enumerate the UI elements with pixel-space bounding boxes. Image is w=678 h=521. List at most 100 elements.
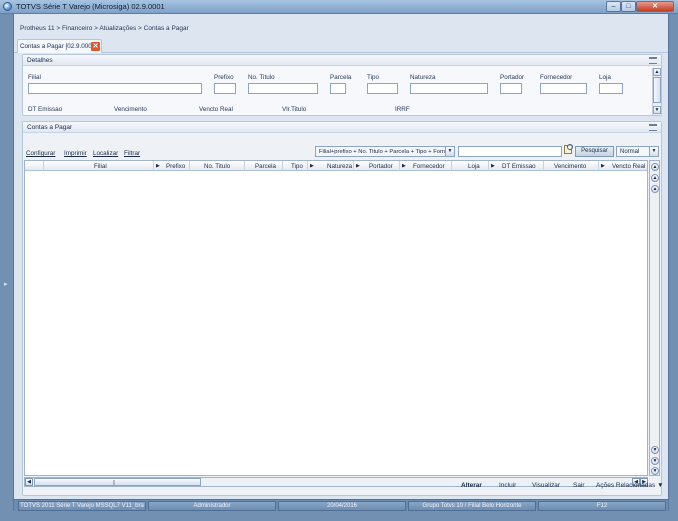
status-key: F12 bbox=[538, 501, 666, 511]
status-system: TOTVS 2011 Série T Varejo MSSQL7 V11_bra bbox=[18, 501, 146, 511]
configurar-link[interactable]: Configurar bbox=[26, 150, 55, 157]
filtrar-link[interactable]: Filtrar bbox=[124, 150, 140, 157]
incluir-button[interactable]: Incluir bbox=[499, 482, 516, 489]
scroll-thumb[interactable]: ||| bbox=[34, 478, 201, 486]
scroll-left-icon[interactable]: ◀ bbox=[25, 478, 33, 486]
column-label: DT Emissao bbox=[502, 163, 536, 170]
column-label: Fornecedor bbox=[413, 163, 445, 170]
status-date: 20/04/2016 bbox=[278, 501, 406, 511]
details-scrollbar[interactable]: ▲ ▼ bbox=[652, 68, 661, 115]
breadcrumb: Protheus 11 > Financeiro > Atualizações … bbox=[20, 25, 189, 32]
grid-header: Filial ▶ Prefixo No. Titulo Parcela Tipo… bbox=[25, 161, 647, 171]
sort-arrow-icon[interactable]: ▶ bbox=[310, 163, 314, 169]
column-label: Loja bbox=[468, 163, 480, 170]
sort-arrow-icon[interactable]: ▶ bbox=[491, 163, 495, 169]
column-tipo[interactable]: Tipo bbox=[283, 161, 308, 171]
parcela-field[interactable] bbox=[330, 83, 346, 94]
natureza-field[interactable] bbox=[410, 83, 488, 94]
dock-grip-icon[interactable]: ▸ bbox=[4, 280, 8, 288]
parcela-label: Parcela bbox=[330, 74, 352, 81]
visualizar-button[interactable]: Visualizar bbox=[532, 482, 560, 489]
scroll-page-up-icon[interactable]: ▲ bbox=[651, 174, 659, 182]
column-natureza[interactable]: ▶ Natureza bbox=[308, 161, 354, 171]
scroll-down-icon[interactable]: ▼ bbox=[651, 446, 659, 454]
prefixo-field[interactable] bbox=[214, 83, 236, 94]
scroll-up-icon[interactable]: ▲ bbox=[651, 185, 659, 193]
column-fornecedor[interactable]: ▶ Fornecedor bbox=[400, 161, 452, 171]
acoes-relacionadas-label: Ações Relacionadas bbox=[596, 482, 656, 489]
alterar-button[interactable]: Alterar bbox=[461, 482, 482, 489]
filial-field[interactable] bbox=[28, 83, 202, 94]
column-portador[interactable]: ▶ Portador bbox=[354, 161, 400, 171]
irrf-label: IRRF bbox=[395, 106, 410, 113]
status-bar: TOTVS 2011 Série T Varejo MSSQL7 V11_bra… bbox=[14, 499, 668, 511]
imprimir-link[interactable]: Imprimir bbox=[64, 150, 87, 157]
scroll-bottom-icon[interactable]: ▼ bbox=[651, 467, 659, 475]
localizar-link[interactable]: Localizar bbox=[93, 150, 118, 157]
search-button[interactable]: Pesquisar bbox=[575, 146, 614, 157]
no-titulo-field[interactable] bbox=[248, 83, 318, 94]
fornecedor-label: Fornecedor bbox=[540, 74, 573, 81]
fornecedor-field[interactable] bbox=[540, 83, 587, 94]
chevron-down-icon[interactable]: ▼ bbox=[445, 147, 454, 156]
loja-field[interactable] bbox=[599, 83, 623, 94]
view-select[interactable]: Normal ▼ bbox=[616, 146, 659, 157]
window-close-button[interactable]: ✕ bbox=[636, 1, 674, 12]
portador-field[interactable] bbox=[500, 83, 522, 94]
column-no-titulo[interactable]: No. Titulo bbox=[190, 161, 245, 171]
chevron-down-icon[interactable]: ▼ bbox=[649, 147, 658, 156]
column-label: Tipo bbox=[291, 163, 303, 170]
tab-bar: Contas a Pagar [02.9.0006] ✕ bbox=[14, 39, 668, 53]
column-dt-emissao[interactable]: ▶ DT Emissao bbox=[489, 161, 544, 171]
column-filial[interactable]: Filial bbox=[44, 161, 154, 171]
column-parcela[interactable]: Parcela bbox=[245, 161, 283, 171]
sort-arrow-icon[interactable]: ▶ bbox=[156, 163, 160, 169]
column-vencimento[interactable]: Vencimento bbox=[544, 161, 599, 171]
scroll-page-down-icon[interactable]: ▼ bbox=[651, 457, 659, 465]
portador-label: Portador bbox=[500, 74, 525, 81]
sort-arrow-icon[interactable]: ▶ bbox=[601, 163, 605, 169]
collapse-icon[interactable] bbox=[649, 57, 657, 64]
acoes-relacionadas-button[interactable]: Ações Relacionadas ▼ bbox=[596, 482, 664, 489]
grid-vertical-scrollbar[interactable]: ▲ ▲ ▲ ▼ ▼ ▼ bbox=[649, 160, 660, 476]
dt-emissao-label: DT Emissao bbox=[28, 106, 63, 113]
scroll-top-icon[interactable]: ▲ bbox=[651, 163, 659, 171]
chevron-down-icon: ▼ bbox=[657, 482, 664, 489]
column-label: Filial bbox=[94, 163, 107, 170]
grip-icon: ||| bbox=[113, 480, 115, 486]
close-icon[interactable]: ✕ bbox=[91, 42, 100, 51]
column-vencto-real[interactable]: ▶ Vencto Real bbox=[599, 161, 647, 171]
column-label: Natureza bbox=[327, 163, 353, 170]
tab-contas-a-pagar[interactable]: Contas a Pagar [02.9.0006] ✕ bbox=[17, 39, 102, 53]
sort-arrow-icon[interactable]: ▶ bbox=[402, 163, 406, 169]
main-client-area: Protheus 11 > Financeiro > Atualizações … bbox=[14, 14, 668, 499]
search-icon[interactable] bbox=[563, 144, 574, 155]
sair-button[interactable]: Sair bbox=[573, 482, 585, 489]
column-label: Portador bbox=[369, 163, 393, 170]
status-user: Administrador bbox=[148, 501, 276, 511]
minimize-button[interactable]: – bbox=[606, 1, 621, 12]
column-label: No. Titulo bbox=[204, 163, 231, 170]
magnifier-icon bbox=[567, 144, 573, 150]
window-titlebar: TOTVS Série T Varejo (Microsiga) 02.9.00… bbox=[0, 0, 678, 14]
tipo-field[interactable] bbox=[367, 83, 398, 94]
vencto-real-label: Vencto Real bbox=[199, 106, 233, 113]
search-input[interactable] bbox=[458, 146, 562, 157]
window-title: TOTVS Série T Varejo (Microsiga) 02.9.00… bbox=[16, 2, 165, 11]
no-titulo-label: No. Titulo bbox=[248, 74, 275, 81]
sort-arrow-icon[interactable]: ▶ bbox=[356, 163, 360, 169]
contas-panel: Contas a Pagar Configurar Imprimir Local… bbox=[22, 121, 662, 496]
column-label: Parcela bbox=[255, 163, 276, 170]
collapse-icon[interactable] bbox=[649, 124, 657, 131]
contas-header: Contas a Pagar bbox=[23, 122, 661, 133]
scroll-thumb[interactable] bbox=[653, 77, 661, 103]
contas-grid[interactable]: Filial ▶ Prefixo No. Titulo Parcela Tipo… bbox=[24, 160, 648, 476]
column-prefixo[interactable]: ▶ Prefixo bbox=[154, 161, 190, 171]
left-dock-bar[interactable]: ▸ bbox=[0, 14, 14, 521]
maximize-button[interactable]: □ bbox=[621, 1, 636, 12]
scroll-down-icon[interactable]: ▼ bbox=[653, 106, 661, 114]
scroll-up-icon[interactable]: ▲ bbox=[653, 68, 661, 76]
order-select[interactable]: Filial+prefixo + No. Titulo + Parcela + … bbox=[315, 146, 455, 157]
column-loja[interactable]: Loja bbox=[452, 161, 489, 171]
prefixo-label: Prefixo bbox=[214, 74, 234, 81]
